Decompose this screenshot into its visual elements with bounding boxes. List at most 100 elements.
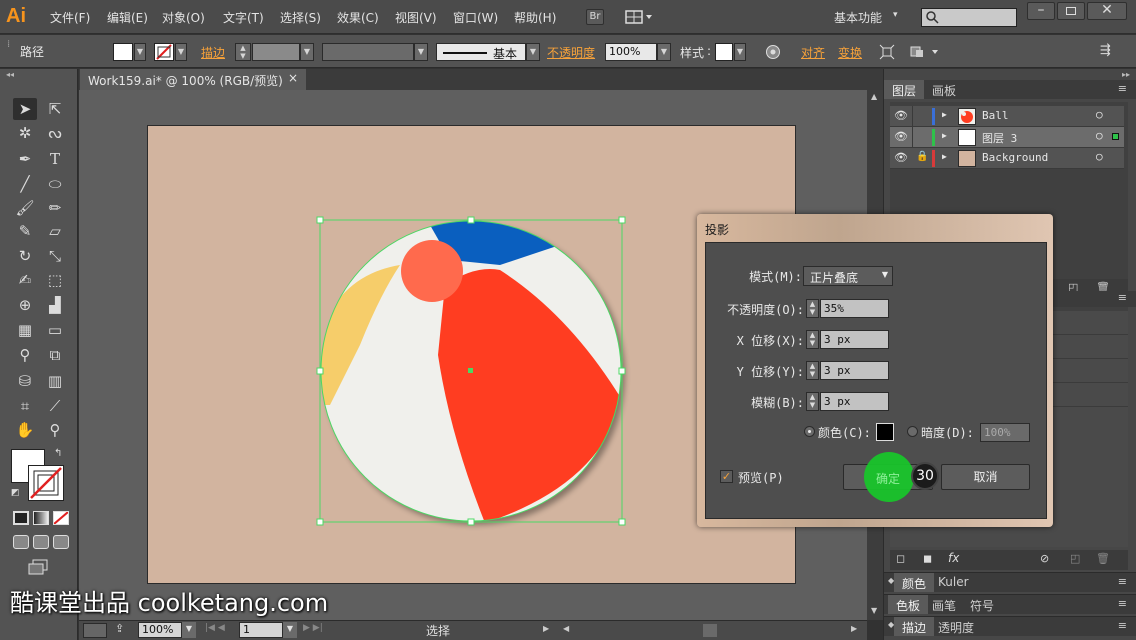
gradient-mode-button[interactable] bbox=[33, 511, 49, 525]
shadow-color-swatch[interactable] bbox=[876, 423, 894, 441]
stroke-dropdown[interactable]: ▼ bbox=[175, 43, 187, 61]
brush-definition[interactable]: 基本 bbox=[436, 43, 526, 61]
opacity-dropdown[interactable]: ▼ bbox=[657, 43, 671, 61]
collapse-tools-icon[interactable]: ◂◂ bbox=[6, 70, 14, 79]
stroke-panel-link[interactable]: 描边 bbox=[201, 44, 225, 61]
selection-tool[interactable]: ➤ bbox=[13, 98, 37, 120]
hand-tool[interactable]: ✋ bbox=[13, 419, 37, 441]
zoom-field[interactable]: 100% bbox=[138, 622, 182, 638]
fill-swatch[interactable] bbox=[113, 43, 133, 61]
graphic-style-swatch[interactable] bbox=[715, 43, 733, 61]
document-tab[interactable]: Work159.ai* @ 100% (RGB/预览) × bbox=[80, 69, 306, 90]
pencil-tool[interactable]: ✏ bbox=[43, 197, 67, 219]
bridge-button[interactable]: Br bbox=[586, 9, 604, 25]
preview-checkbox[interactable]: ✓ bbox=[720, 470, 733, 483]
close-window-button[interactable]: ✕ bbox=[1087, 2, 1127, 20]
export-icon[interactable]: ⇪ bbox=[115, 622, 124, 635]
graphic-style-dropdown[interactable]: ▼ bbox=[734, 43, 746, 61]
recolor-artwork-button[interactable] bbox=[765, 44, 781, 60]
cancel-button[interactable]: 取消 bbox=[941, 464, 1030, 490]
stroke-weight-field[interactable] bbox=[252, 43, 300, 61]
layer-name[interactable]: Background bbox=[982, 151, 1048, 164]
minimize-button[interactable]: – bbox=[1027, 2, 1055, 20]
tab-layers[interactable]: 图层 bbox=[884, 80, 925, 99]
scroll-down-icon[interactable]: ▼ bbox=[871, 606, 877, 615]
mesh-tool[interactable]: ▦ bbox=[13, 319, 37, 341]
stroke-swatch[interactable] bbox=[154, 43, 174, 61]
tab-swatches[interactable]: 色板 bbox=[888, 595, 929, 614]
y-offset-input[interactable]: 3 px bbox=[820, 361, 889, 380]
tab-brushes[interactable]: 画笔 bbox=[924, 595, 964, 614]
expand-triangle-icon[interactable]: ▶ bbox=[942, 110, 947, 119]
tab-stroke[interactable]: 描边 bbox=[894, 617, 935, 636]
warp-tool[interactable]: ✍ bbox=[13, 269, 37, 291]
menu-edit[interactable]: 编辑(E) bbox=[107, 9, 148, 26]
menu-view[interactable]: 视图(V) bbox=[395, 9, 437, 26]
maximize-button[interactable] bbox=[1057, 2, 1085, 20]
duplicate-item-icon[interactable]: ◰ bbox=[1070, 552, 1080, 565]
layer-name[interactable]: 图层 3 bbox=[982, 130, 1017, 146]
y-offset-stepper[interactable]: ▲ ▼ bbox=[806, 361, 819, 380]
tab-artboards[interactable]: 画板 bbox=[924, 80, 964, 99]
zoom-tool[interactable]: ⚲ bbox=[43, 419, 67, 441]
appearance-panel-menu-icon[interactable]: ≡ bbox=[1118, 291, 1127, 304]
stroke-weight-dropdown[interactable]: ▼ bbox=[300, 43, 314, 61]
blur-stepper[interactable]: ▲ ▼ bbox=[806, 392, 819, 411]
free-transform-tool[interactable]: ⬚ bbox=[43, 269, 67, 291]
status-menu-arrow-icon[interactable]: ▶ bbox=[543, 624, 549, 633]
artboard-number-field[interactable]: 1 bbox=[239, 622, 283, 638]
blur-input[interactable]: 3 px bbox=[820, 392, 889, 411]
layer-row-ball[interactable]: 👁 ▶ Ball ○ bbox=[890, 106, 1124, 127]
visibility-eye-icon[interactable]: 👁 bbox=[894, 151, 908, 164]
artboard-dropdown[interactable]: ▼ bbox=[283, 622, 297, 638]
opacity-stepper[interactable]: ▲ ▼ bbox=[806, 299, 819, 318]
tab-symbols[interactable]: 符号 bbox=[962, 595, 1002, 614]
lasso-tool[interactable]: ᔓ bbox=[43, 122, 67, 144]
visibility-eye-icon[interactable]: 👁 bbox=[894, 130, 908, 143]
layers-panel-menu-icon[interactable]: ≡ bbox=[1118, 82, 1127, 95]
workspace-switcher[interactable]: 基本功能 bbox=[834, 9, 882, 26]
tab-transparency[interactable]: 透明度 bbox=[930, 617, 982, 636]
menu-file[interactable]: 文件(F) bbox=[50, 9, 90, 26]
blob-brush-tool[interactable]: ✎ bbox=[13, 220, 37, 242]
zoom-dropdown[interactable]: ▼ bbox=[182, 622, 196, 638]
column-graph-tool[interactable]: ▥ bbox=[43, 370, 67, 392]
first-artboard-icon[interactable]: |◀ ◀ bbox=[205, 623, 225, 633]
swatches-panel-menu-icon[interactable]: ≡ bbox=[1118, 597, 1127, 610]
delete-item-icon[interactable]: 🗑 bbox=[1096, 552, 1110, 565]
artboard-tool[interactable]: ⌗ bbox=[13, 395, 37, 417]
opacity-input[interactable]: 35% bbox=[820, 299, 889, 318]
mode-select[interactable]: 正片叠底 ▼ bbox=[803, 266, 893, 286]
scroll-up-icon[interactable]: ▲ bbox=[871, 92, 877, 101]
add-stroke-icon[interactable]: ◻ bbox=[896, 552, 905, 565]
target-circle-icon[interactable]: ○ bbox=[1096, 129, 1103, 142]
darkness-radio[interactable] bbox=[907, 426, 918, 437]
selection-indicator[interactable] bbox=[1112, 133, 1119, 140]
color-panel-menu-icon[interactable]: ≡ bbox=[1118, 575, 1127, 588]
type-tool[interactable]: T bbox=[43, 148, 67, 170]
last-artboard-icon[interactable]: ▶ ▶| bbox=[303, 623, 323, 633]
screen-mode-button[interactable] bbox=[27, 559, 49, 575]
menu-effect[interactable]: 效果(C) bbox=[337, 9, 379, 26]
ok-button-label[interactable]: 确定 bbox=[876, 470, 900, 487]
tab-color[interactable]: 颜色 bbox=[894, 573, 935, 592]
menu-object[interactable]: 对象(O) bbox=[162, 9, 205, 26]
expand-triangle-icon[interactable]: ▶ bbox=[942, 152, 947, 161]
shape-builder-tool[interactable]: ⊕ bbox=[13, 294, 37, 316]
stroke-panel-menu-icon[interactable]: ≡ bbox=[1118, 619, 1127, 632]
help-search-input[interactable] bbox=[921, 8, 1017, 27]
control-menu-icon[interactable]: ⇶ bbox=[1100, 43, 1111, 58]
arrange-documents-button[interactable] bbox=[624, 8, 656, 26]
collapse-panels-icon[interactable]: ▸▸ bbox=[1122, 70, 1130, 79]
color-radio[interactable] bbox=[804, 426, 815, 437]
magic-wand-tool[interactable]: ✲ bbox=[13, 122, 37, 144]
arrange-dropdown[interactable] bbox=[910, 44, 940, 60]
brush-dropdown[interactable]: ▼ bbox=[526, 43, 540, 61]
stroke-color-box[interactable] bbox=[28, 465, 64, 501]
paintbrush-tool[interactable]: 🖌 bbox=[13, 197, 37, 219]
visibility-eye-icon[interactable]: 👁 bbox=[894, 109, 908, 122]
profile-dropdown[interactable]: ▼ bbox=[414, 43, 428, 61]
symbol-sprayer-tool[interactable]: ⛁ bbox=[13, 370, 37, 392]
transform-panel-link[interactable]: 变换 bbox=[838, 44, 862, 61]
tab-kuler[interactable]: Kuler bbox=[930, 573, 977, 592]
